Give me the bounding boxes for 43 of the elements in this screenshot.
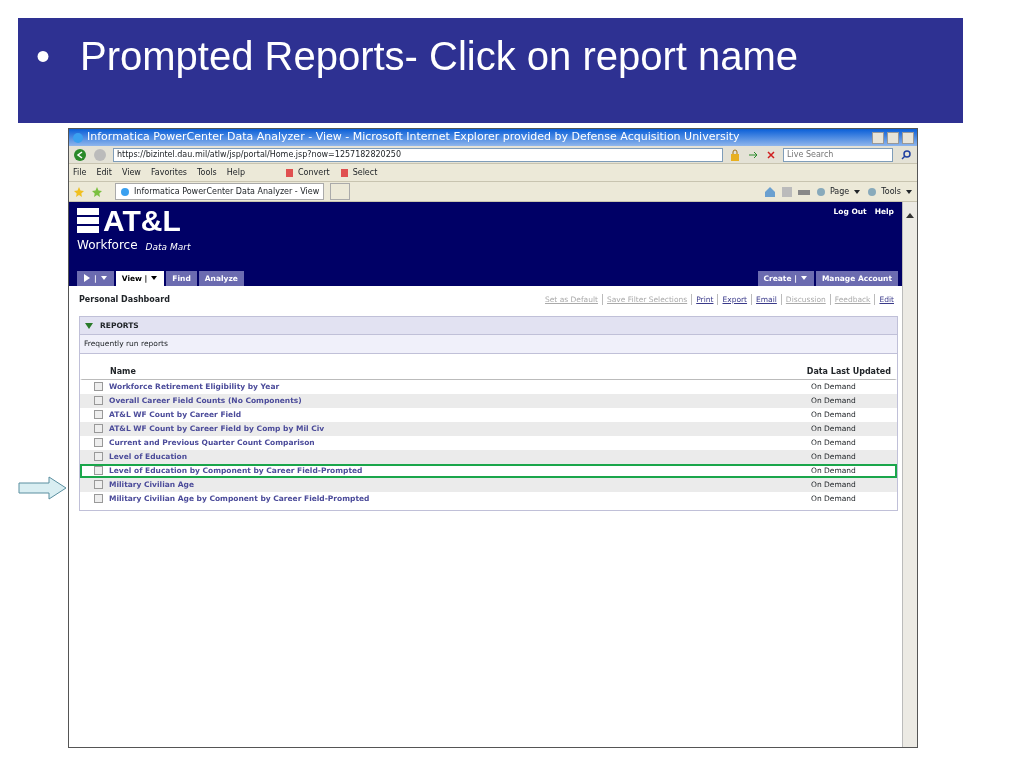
lock-icon	[729, 148, 741, 161]
column-header: Data Last Updated	[806, 365, 891, 378]
play-icon	[83, 274, 91, 283]
minimize-button[interactable]	[872, 131, 884, 144]
menu-item[interactable]: Favorites	[150, 166, 187, 179]
document-icon	[339, 167, 349, 178]
browser-tab[interactable]: Informatica PowerCenter Data Analyzer - View	[115, 183, 325, 200]
arrow-icon	[18, 476, 68, 500]
menu-item[interactable]: Help	[226, 166, 245, 179]
expand-arrow-icon[interactable]	[84, 321, 94, 330]
menu-item[interactable]: File	[73, 166, 87, 179]
toolbar-button[interactable]: Convert	[285, 166, 330, 179]
column-header: Name	[109, 365, 137, 378]
flag-icon	[77, 208, 99, 234]
document-icon	[285, 167, 294, 178]
browser-icon	[72, 131, 84, 144]
caret-icon	[853, 187, 862, 196]
search-icon	[899, 147, 913, 162]
slide-title: Prompted Reports- Click on report name	[80, 33, 799, 80]
search-field[interactable]: Live Search	[783, 147, 893, 162]
maximize-button[interactable]	[887, 131, 899, 144]
browser-icon	[120, 186, 130, 197]
toolbar-button[interactable]: Select	[339, 166, 378, 179]
toolbar-button[interactable]: Page	[815, 185, 862, 198]
close-button[interactable]	[902, 131, 914, 144]
scrollbar[interactable]	[902, 202, 917, 747]
logo-text: AT&L	[103, 206, 181, 236]
toolbar-button[interactable]: Tools	[867, 185, 913, 198]
home-icon	[763, 185, 776, 198]
window-title: Informatica PowerCenter Data Analyzer - View - Microsoft Internet Explorer provided by Defense Acquisition University	[87, 129, 741, 146]
add-favorite-icon	[91, 185, 103, 198]
logo-tagline: Data Mart	[145, 240, 191, 254]
bullet: •	[36, 33, 50, 80]
menu-item[interactable]: Edit	[96, 166, 112, 179]
page-title: Personal Dashboard	[79, 294, 170, 306]
caret-icon	[905, 187, 913, 196]
menu-item[interactable]: View	[121, 166, 141, 179]
address-field[interactable]: https://bizintel.dau.mil/atlw/jsp/portal/Home.jsp?now=1257182820250	[113, 147, 723, 162]
star-icon	[73, 185, 85, 198]
back-icon	[73, 147, 87, 162]
menu-item[interactable]: Tools	[197, 166, 217, 179]
stop-icon	[765, 148, 777, 161]
logo-subtitle: Workforce	[77, 237, 138, 254]
